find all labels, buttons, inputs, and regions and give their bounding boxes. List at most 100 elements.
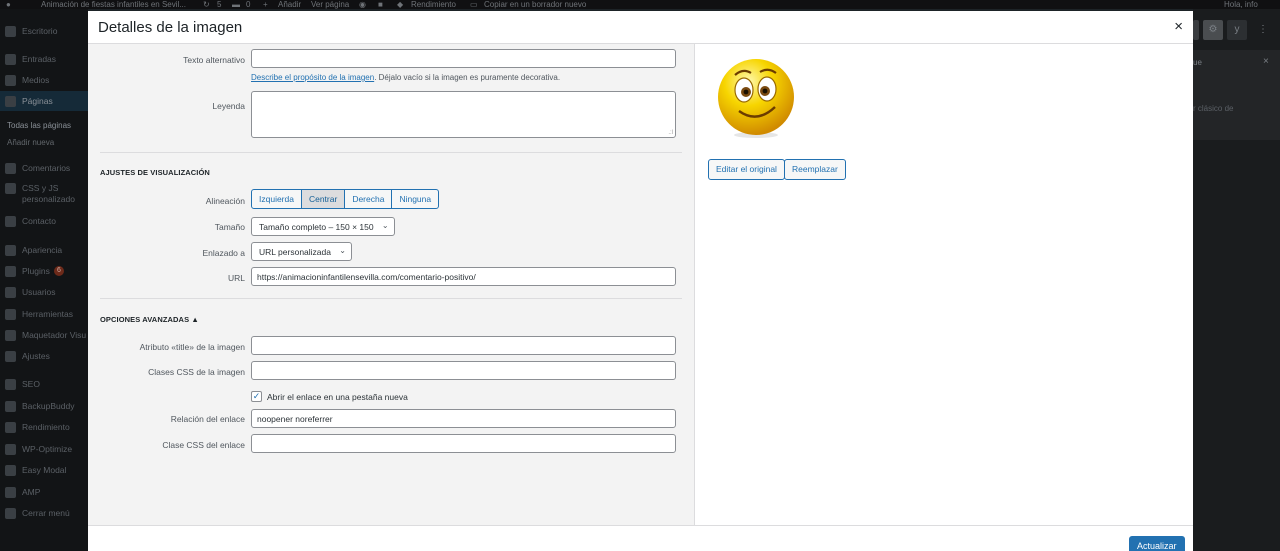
sidebar-item-seo[interactable]: SEO	[0, 374, 88, 394]
sidebar-item-media[interactable]: Medios	[0, 70, 88, 90]
collapse-icon	[5, 507, 16, 519]
comments-icon[interactable]: ▬	[232, 0, 240, 9]
sidebar-item-appearance[interactable]: Apariencia	[0, 240, 88, 260]
sidebar-item-pages[interactable]: Páginas	[0, 91, 88, 111]
alt-text-input[interactable]	[251, 49, 676, 68]
performance-icon[interactable]: ◆	[397, 0, 403, 9]
sidebar-item-wp-optimize[interactable]: WP-Optimize	[0, 439, 88, 459]
link-to-select[interactable]: URL personalizada ⌄	[251, 242, 352, 261]
alignment-label: Alineación	[205, 196, 245, 206]
advanced-options-toggle[interactable]: OPCIONES AVANZADAS ▲	[100, 315, 199, 324]
image-css-label: Clases CSS de la imagen	[148, 367, 245, 377]
align-none-button[interactable]: Ninguna	[391, 189, 440, 209]
gear-icon[interactable]: ⚙	[1203, 20, 1223, 40]
sidebar-item-builder[interactable]: Maquetador Visu	[0, 325, 88, 345]
sidebar-item-easy-modal[interactable]: Easy Modal	[0, 460, 88, 480]
yoast-icon[interactable]: y	[1227, 20, 1247, 40]
sidebar-item-dashboard[interactable]: Escritorio	[0, 21, 88, 41]
site-name-link[interactable]: Animación de fiestas infantiles en Sevil…	[41, 0, 186, 9]
dashboard-icon	[5, 25, 16, 37]
caption-label: Leyenda	[212, 101, 245, 111]
new-icon[interactable]: +	[263, 0, 268, 9]
modal-title: Detalles de la imagen	[98, 19, 243, 36]
image-css-input[interactable]	[251, 361, 676, 380]
chevron-down-icon: ⌄	[339, 246, 346, 255]
new-tab-label[interactable]: Abrir el enlace en una pestaña nueva	[267, 392, 408, 402]
caption-textarea[interactable]: .:l	[251, 91, 676, 138]
wordpress-logo-icon[interactable]: ●	[6, 0, 11, 9]
edit-original-button[interactable]: Editar el original	[708, 159, 785, 180]
sidebar-item-amp[interactable]: AMP	[0, 482, 88, 502]
copy-icon[interactable]: ▭	[470, 0, 478, 9]
view-page-link[interactable]: Ver página	[311, 0, 349, 9]
link-css-input[interactable]	[251, 434, 676, 453]
sidebar-sub-add-new[interactable]: Añadir nueva	[0, 138, 88, 147]
account-greeting[interactable]: Hola, info	[1224, 0, 1258, 9]
align-center-button[interactable]: Centrar	[300, 189, 346, 209]
performance-link[interactable]: Rendimiento	[411, 0, 456, 9]
sidebar-item-contact[interactable]: Contacto	[0, 211, 88, 231]
modal-header: Detalles de la imagen ×	[88, 11, 1193, 44]
link-css-label: Clase CSS del enlace	[162, 440, 245, 450]
wrench-icon	[5, 308, 16, 320]
plugins-badge: 6	[53, 266, 64, 276]
section-divider	[100, 298, 682, 299]
copy-draft-link[interactable]: Copiar en un borrador nuevo	[484, 0, 586, 9]
alt-text-help-link[interactable]: Describe el propósito de la imagen	[251, 73, 374, 82]
update-button[interactable]: Actualizar	[1129, 536, 1185, 551]
sidebar-item-plugins[interactable]: Plugins 6	[0, 261, 88, 281]
more-options-icon[interactable]: ⋮	[1253, 20, 1273, 40]
title-attribute-label: Atributo «title» de la imagen	[139, 342, 245, 352]
smiley-face-image	[718, 59, 794, 138]
modal-icon	[5, 464, 16, 476]
image-settings: Texto alternativo Describe el propósito …	[88, 44, 695, 525]
new-tab-checkbox[interactable]: ✓	[251, 391, 262, 402]
sidebar-item-tools[interactable]: Herramientas	[0, 304, 88, 324]
close-icon[interactable]: ×	[1174, 19, 1183, 35]
plug-icon	[5, 265, 16, 277]
align-left-button[interactable]: Izquierda	[251, 189, 302, 209]
panel-tab[interactable]: ue	[1193, 58, 1202, 67]
link-rel-label: Relación del enlace	[170, 414, 245, 424]
builder-icon	[5, 329, 16, 341]
new-link[interactable]: Añadir	[278, 0, 301, 9]
sidebar-item-comments[interactable]: Comentarios	[0, 158, 88, 178]
optimize-icon	[5, 443, 16, 455]
modal-footer: Actualizar	[88, 525, 1193, 551]
link-rel-input[interactable]: noopener noreferrer	[251, 409, 676, 428]
amp-icon	[5, 486, 16, 498]
replace-button[interactable]: Reemplazar	[784, 159, 846, 180]
updates-icon[interactable]: ↻	[203, 0, 210, 9]
admin-sidebar: Escritorio Entradas Medios Páginas Todas…	[0, 9, 88, 551]
sidebar-toggle-icon[interactable]	[1193, 20, 1199, 40]
align-right-button[interactable]: Derecha	[344, 189, 393, 209]
seo-icon[interactable]: ◉	[359, 0, 366, 9]
sidebar-item-backupbuddy[interactable]: BackupBuddy	[0, 396, 88, 416]
editor-settings-panel: ue × r clásico de	[1193, 50, 1280, 140]
code-icon	[5, 183, 16, 194]
status-dot-icon: ■	[378, 0, 383, 9]
sidebar-item-users[interactable]: Usuarios	[0, 282, 88, 302]
sidebar-item-performance[interactable]: Rendimiento	[0, 417, 88, 437]
sidebar-collapse[interactable]: Cerrar menú	[0, 503, 88, 523]
sidebar-item-settings[interactable]: Ajustes	[0, 346, 88, 366]
alt-text-help: Describe el propósito de la imagen. Déja…	[251, 73, 561, 82]
sidebar-item-css-js[interactable]: CSS y JS personalizado	[0, 183, 88, 211]
title-attribute-input[interactable]	[251, 336, 676, 355]
backup-icon	[5, 400, 16, 412]
url-label: URL	[227, 273, 245, 283]
updates-count[interactable]: 5	[217, 0, 221, 9]
display-settings-title: AJUSTES DE VISUALIZACIÓN	[100, 168, 210, 177]
sidebar-item-posts[interactable]: Entradas	[0, 49, 88, 69]
mail-icon	[5, 215, 16, 227]
pin-icon	[5, 53, 16, 65]
comments-count[interactable]: 0	[246, 0, 250, 9]
size-select[interactable]: Tamaño completo – 150 × 150 ⌄	[251, 217, 395, 236]
seo-icon	[5, 378, 16, 390]
url-input[interactable]: https://animacioninfantilensevilla.com/c…	[251, 267, 676, 286]
performance-icon	[5, 421, 16, 433]
alt-text-label: Texto alternativo	[183, 55, 245, 65]
panel-close-icon[interactable]: ×	[1263, 56, 1269, 67]
sidebar-sub-all-pages[interactable]: Todas las páginas	[0, 121, 88, 130]
resize-handle-icon[interactable]: .:l	[668, 130, 673, 136]
